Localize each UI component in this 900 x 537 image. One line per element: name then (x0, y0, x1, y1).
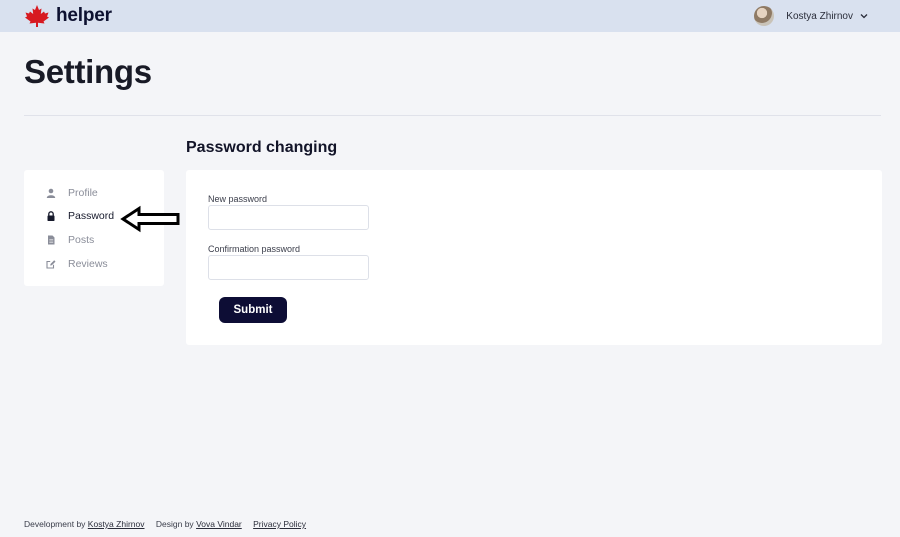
footer-dev-link[interactable]: Kostya Zhirnov (88, 519, 145, 529)
user-name: Kostya Zhirnov (786, 10, 853, 22)
divider (24, 115, 881, 116)
sidebar-item-label: Posts (68, 234, 95, 246)
chevron-down-icon (860, 14, 868, 19)
footer-privacy-link[interactable]: Privacy Policy (253, 519, 306, 529)
left-arrow-icon (120, 205, 180, 233)
footer-design-prefix: Design by (155, 519, 194, 529)
section-title: Password changing (186, 139, 338, 156)
sidebar-item-reviews[interactable]: Reviews (46, 256, 108, 272)
confirm-password-input[interactable] (208, 255, 369, 280)
footer: Development by Kostya Zhirnov Design by … (24, 519, 306, 529)
maple-leaf-icon (25, 5, 49, 27)
document-icon (48, 235, 55, 245)
footer-design-link[interactable]: Vova Vindar (196, 519, 242, 529)
confirm-password-label: Confirmation password (208, 244, 301, 254)
user-menu[interactable]: Kostya Zhirnov (754, 5, 868, 27)
sidebar-item-profile[interactable]: Profile (46, 185, 98, 201)
edit-icon (46, 260, 56, 269)
new-password-input[interactable] (208, 205, 369, 230)
new-password-label: New password (208, 194, 268, 204)
top-bar: helper Kostya Zhirnov (0, 0, 900, 32)
brand-logo[interactable]: helper (24, 4, 112, 28)
brand-name: helper (56, 5, 112, 26)
sidebar-item-label: Reviews (68, 258, 108, 270)
sidebar-item-password[interactable]: Password (46, 208, 114, 224)
avatar[interactable] (754, 6, 775, 26)
password-form: New password Confirmation password Submi… (186, 170, 882, 345)
sidebar-item-label: Profile (68, 187, 98, 199)
page-title: Settings (24, 53, 152, 90)
footer-dev-prefix: Development by (24, 519, 86, 529)
submit-button[interactable]: Submit (219, 297, 287, 323)
user-icon (46, 188, 56, 198)
sidebar-item-label: Password (68, 210, 115, 222)
lock-icon (47, 211, 55, 221)
sidebar-item-posts[interactable]: Posts (46, 232, 94, 248)
